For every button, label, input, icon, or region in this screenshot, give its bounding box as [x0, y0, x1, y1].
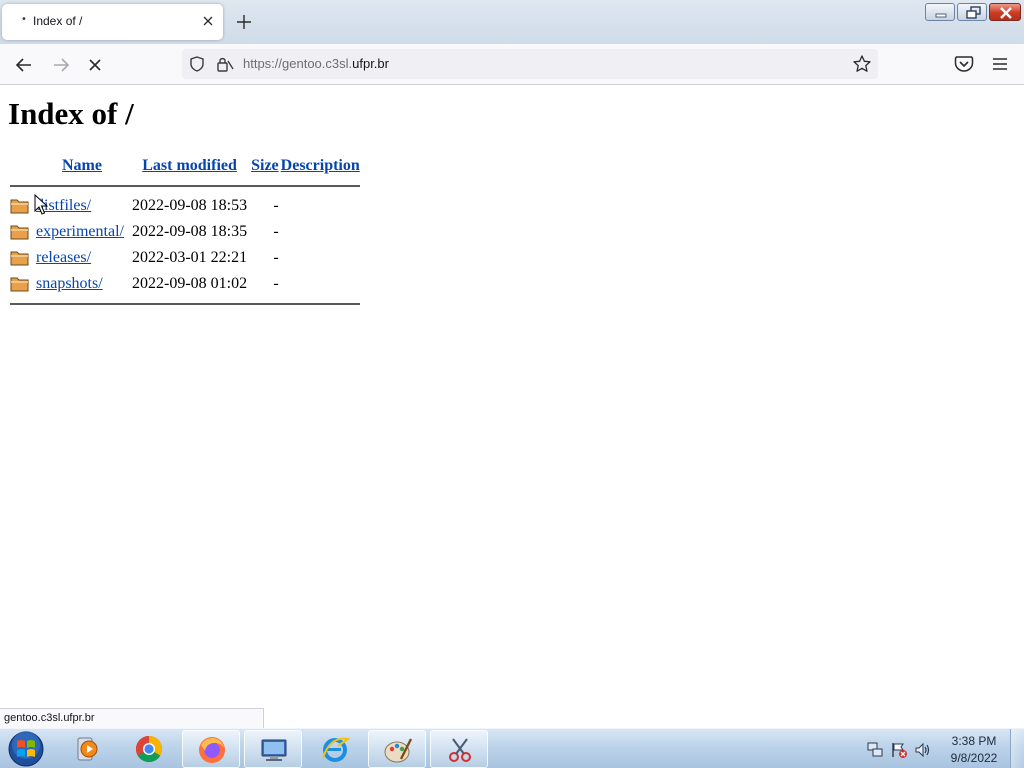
entry-size: - — [273, 197, 279, 214]
name-sort-link[interactable]: Name — [62, 157, 102, 174]
tracking-protection-shield-icon[interactable] — [188, 55, 206, 77]
taskbar-chrome-button[interactable] — [120, 730, 178, 768]
firefox-icon — [199, 737, 225, 763]
icon-column-header — [10, 153, 34, 179]
name-column-header: Name — [36, 153, 128, 179]
restore-button[interactable] — [957, 3, 987, 21]
last-modified-sort-link[interactable]: Last modified — [142, 157, 237, 174]
tab-loading-indicator: • — [21, 14, 27, 25]
taskbar-paint-button[interactable] — [368, 730, 426, 768]
modified-column-header: Last modified — [130, 153, 249, 179]
header-divider-row — [10, 179, 360, 193]
url-text[interactable]: https://gentoo.c3sl.ufpr.br — [243, 56, 389, 71]
internet-explorer-icon — [322, 737, 350, 762]
entry-size: - — [273, 249, 279, 266]
tab-strip: • Index of / — [0, 0, 1024, 44]
taskbar-firefox-button[interactable] — [182, 730, 240, 768]
tab-title: Index of / — [33, 14, 83, 28]
network-icon[interactable] — [866, 741, 884, 763]
url-domain: ufpr.br — [352, 56, 389, 71]
entry-modified: 2022-09-08 01:02 — [132, 275, 248, 292]
tab-close-icon[interactable] — [199, 12, 217, 30]
link-status-bar: gentoo.c3sl.ufpr.br — [0, 708, 264, 728]
hamburger-menu-icon[interactable] — [989, 54, 1011, 78]
taskbar-media-player-button[interactable] — [58, 730, 116, 768]
windows-media-player-icon — [77, 737, 98, 761]
table-row: snapshots/ 2022-09-08 01:02 - — [10, 271, 360, 297]
navigation-toolbar: https://gentoo.c3sl.ufpr.br — [0, 44, 1024, 85]
volume-icon[interactable] — [914, 741, 932, 763]
folder-icon — [10, 199, 29, 214]
entry-link-experimental[interactable]: experimental/ — [36, 223, 124, 240]
chrome-icon — [135, 735, 163, 763]
page-title: Index of / — [8, 96, 134, 131]
stop-loading-icon[interactable] — [82, 52, 108, 78]
show-desktop-button[interactable] — [1010, 729, 1024, 768]
entry-description — [281, 271, 360, 297]
address-bar[interactable]: https://gentoo.c3sl.ufpr.br — [182, 49, 878, 79]
table-row: distfiles/ 2022-09-08 18:53 - — [10, 193, 360, 219]
entry-description — [281, 219, 360, 245]
footer-divider — [10, 303, 360, 305]
taskbar: 3:38 PM 9/8/2022 — [0, 728, 1024, 768]
taskbar-internet-explorer-button[interactable] — [306, 730, 364, 768]
clock-date[interactable]: 9/8/2022 — [948, 751, 1000, 765]
entry-modified: 2022-03-01 22:21 — [132, 249, 248, 266]
taskbar-computer-button[interactable] — [244, 730, 302, 768]
folder-icon — [10, 277, 29, 292]
entry-link-snapshots[interactable]: snapshots/ — [36, 275, 103, 292]
entry-size: - — [273, 275, 279, 292]
size-sort-link[interactable]: Size — [251, 157, 279, 174]
close-window-button[interactable] — [989, 3, 1021, 21]
entry-description — [281, 193, 360, 219]
entry-size: - — [273, 223, 279, 240]
pocket-icon[interactable] — [953, 54, 975, 78]
new-tab-icon[interactable] — [233, 11, 255, 33]
snipping-tool-icon — [449, 738, 471, 762]
entry-modified: 2022-09-08 18:35 — [132, 223, 248, 240]
description-column-header: Description — [281, 153, 360, 179]
directory-listing-table: Name Last modified Size Description dist… — [8, 153, 362, 311]
site-security-lock-icon[interactable] — [215, 55, 235, 77]
entry-modified: 2022-09-08 18:53 — [132, 197, 248, 214]
table-header-row: Name Last modified Size Description — [10, 153, 360, 179]
folder-icon — [10, 251, 29, 266]
computer-icon — [261, 739, 287, 761]
table-row: experimental/ 2022-09-08 18:35 - — [10, 219, 360, 245]
size-column-header: Size — [251, 153, 279, 179]
forward-arrow-icon[interactable] — [48, 52, 74, 78]
bookmark-star-icon[interactable] — [852, 54, 872, 78]
minimize-button[interactable] — [925, 3, 955, 21]
header-divider — [10, 185, 360, 187]
entry-link-releases[interactable]: releases/ — [36, 249, 91, 266]
page-content: Index of / Name Last modified Size Descr… — [0, 86, 1024, 728]
url-prefix: https://gentoo.c3sl. — [243, 56, 353, 71]
folder-icon — [10, 225, 29, 240]
table-row: releases/ 2022-03-01 22:21 - — [10, 245, 360, 271]
browser-tab[interactable]: • Index of / — [2, 4, 223, 40]
footer-divider-row — [10, 297, 360, 311]
start-button[interactable] — [6, 730, 46, 768]
taskbar-snipping-tool-button[interactable] — [430, 730, 488, 768]
entry-description — [281, 245, 360, 271]
action-center-flag-icon[interactable] — [890, 741, 908, 763]
back-arrow-icon[interactable] — [11, 52, 37, 78]
description-sort-link[interactable]: Description — [281, 157, 360, 174]
clock-time[interactable]: 3:38 PM — [948, 734, 1000, 748]
mouse-cursor-icon — [34, 194, 48, 215]
paint-icon — [384, 738, 413, 763]
notification-area: 3:38 PM 9/8/2022 — [862, 729, 1024, 768]
